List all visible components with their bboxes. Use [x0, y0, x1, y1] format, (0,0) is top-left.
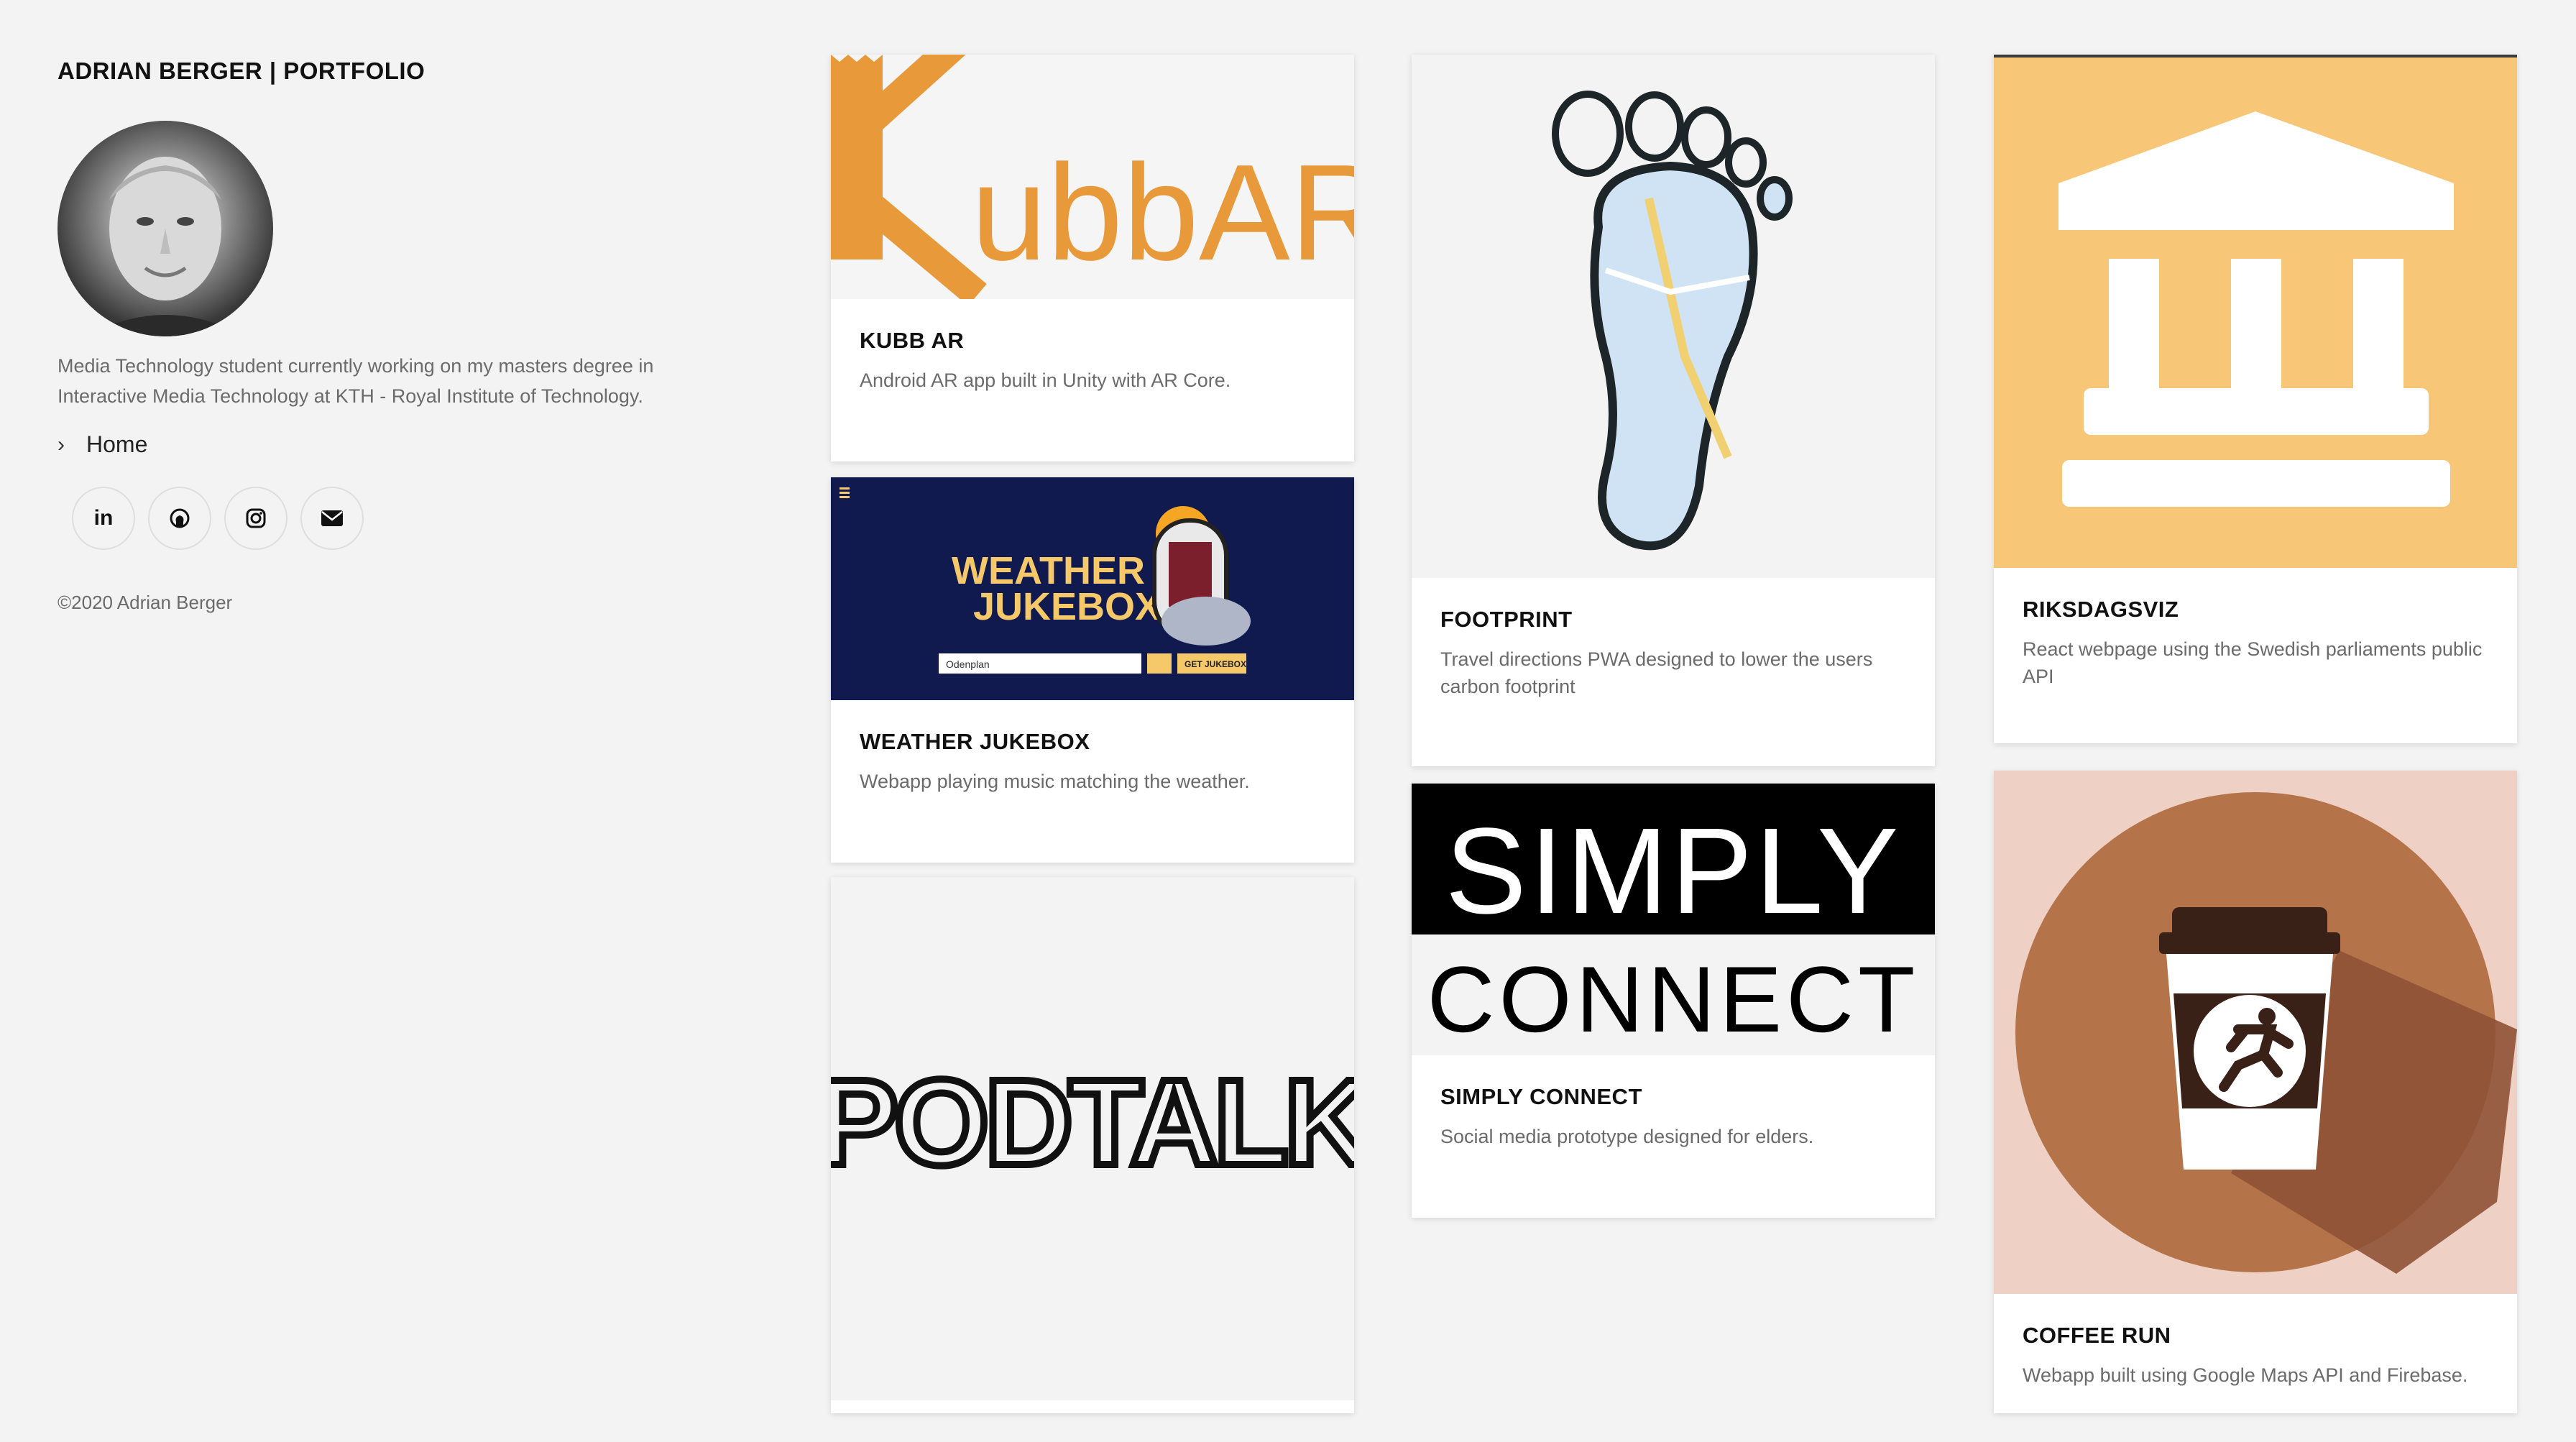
coffee-run-thumbnail: [1994, 771, 2517, 1294]
podtalk-thumbnail: PODTALK PODTALK: [831, 877, 1354, 1400]
kubb-ar-thumbnail: ubbAR: [831, 55, 1354, 299]
footprint-title[interactable]: FOOTPRINT: [1440, 607, 1906, 633]
project-card-podtalk[interactable]: PODTALK PODTALK: [831, 877, 1354, 1413]
social-links: in: [58, 487, 704, 550]
instagram-button[interactable]: [224, 487, 288, 550]
svg-text:Odenplan: Odenplan: [946, 658, 990, 670]
coffee-run-title[interactable]: COFFEE RUN: [2023, 1323, 2488, 1349]
email-icon: [321, 510, 343, 526]
simply-connect-thumbnail: SIMPLY CONNECT: [1412, 784, 1935, 1055]
project-card-footprint[interactable]: FOOTPRINT Travel directions PWA designed…: [1412, 55, 1935, 766]
nav-home-label: Home: [86, 431, 148, 457]
sidebar: ADRIAN BERGER | PORTFOLIO Media Technolo…: [58, 58, 704, 614]
project-card-weather-jukebox[interactable]: WEATHER JUKEBOX Odenplan GET JUKEBOX WEA…: [831, 477, 1354, 863]
riksdagsviz-description: React webpage using the Swedish parliame…: [2023, 638, 2483, 687]
instagram-icon: [246, 508, 266, 528]
weather-jukebox-title[interactable]: WEATHER JUKEBOX: [860, 729, 1325, 755]
simply-connect-description: Social media prototype designed for elde…: [1440, 1126, 1814, 1147]
email-button[interactable]: [300, 487, 364, 550]
kubb-ar-logo: ubbAR: [831, 55, 1354, 299]
project-card-simply-connect[interactable]: SIMPLY CONNECT SIMPLY CONNECT Social med…: [1412, 784, 1935, 1218]
riksdagsviz-thumbnail: [1994, 55, 2517, 568]
project-card-coffee-run[interactable]: COFFEE RUN Webapp built using Google Map…: [1994, 771, 2517, 1413]
footprint-thumbnail: [1412, 55, 1935, 578]
chevron-right-icon: ›: [58, 432, 65, 456]
site-title[interactable]: ADRIAN BERGER | PORTFOLIO: [58, 58, 704, 85]
copyright-text: ©2020 Adrian Berger: [58, 592, 233, 613]
svg-text:SIMPLY: SIMPLY: [1445, 803, 1902, 940]
weather-jukebox-thumbnail: WEATHER JUKEBOX Odenplan GET JUKEBOX: [831, 477, 1354, 700]
coffee-cup-runner-icon: [2015, 792, 2517, 1274]
svg-text:PODTALK: PODTALK: [831, 1055, 1354, 1191]
kubb-ar-title[interactable]: KUBB AR: [860, 328, 1325, 354]
simply-connect-title[interactable]: SIMPLY CONNECT: [1440, 1084, 1906, 1110]
github-icon: [170, 508, 190, 528]
svg-text:GET JUKEBOX: GET JUKEBOX: [1184, 659, 1246, 669]
parliament-building-icon: [2058, 111, 2454, 507]
weather-jukebox-description: Webapp playing music matching the weathe…: [860, 771, 1250, 792]
bio-text: Media Technology student currently worki…: [58, 355, 654, 407]
riksdagsviz-title[interactable]: RIKSDAGSVIZ: [2023, 597, 2488, 623]
svg-text:CONNECT: CONNECT: [1427, 947, 1920, 1052]
avatar: [58, 121, 273, 336]
nav-home-link[interactable]: › Home: [58, 431, 704, 458]
kubb-ar-description: Android AR app built in Unity with AR Co…: [860, 369, 1231, 391]
github-button[interactable]: [148, 487, 211, 550]
footprint-description: Travel directions PWA designed to lower …: [1440, 648, 1873, 697]
coffee-run-description: Webapp built using Google Maps API and F…: [2023, 1364, 2468, 1386]
project-card-riksdagsviz[interactable]: RIKSDAGSVIZ React webpage using the Swed…: [1994, 55, 2517, 743]
svg-text:ubbAR: ubbAR: [971, 137, 1354, 289]
svg-text:JUKEBOX: JUKEBOX: [973, 585, 1161, 628]
linkedin-button[interactable]: in: [72, 487, 135, 550]
project-card-kubb-ar[interactable]: ubbAR KUBB AR Android AR app built in Un…: [831, 55, 1354, 461]
linkedin-icon: in: [93, 506, 114, 530]
